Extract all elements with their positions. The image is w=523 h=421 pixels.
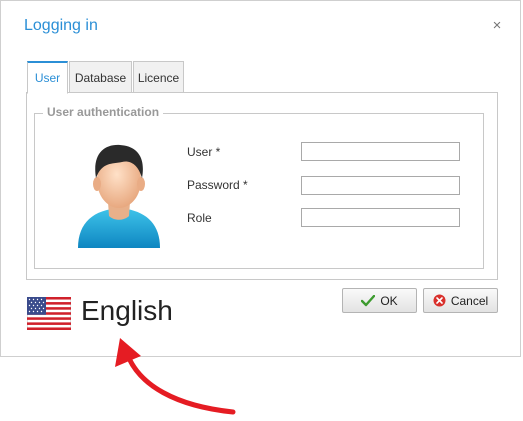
language-selector[interactable]: English (81, 295, 173, 327)
tab-user[interactable]: User (27, 61, 68, 94)
us-flag-icon[interactable] (27, 297, 71, 330)
tab-licence[interactable]: Licence (133, 61, 184, 93)
user-label: User * (187, 145, 221, 159)
password-label: Password * (187, 178, 248, 192)
cancel-button-label: Cancel (450, 293, 489, 308)
cancel-button[interactable]: Cancel (423, 288, 498, 313)
dialog-title: Logging in (24, 17, 98, 34)
ok-button[interactable]: OK (342, 288, 417, 313)
user-field[interactable] (301, 142, 460, 161)
tab-database[interactable]: Database (69, 61, 132, 93)
close-icon[interactable]: × (489, 18, 505, 34)
password-field[interactable] (301, 176, 460, 195)
cancel-icon (433, 294, 446, 307)
user-avatar-icon (78, 144, 160, 248)
role-label: Role (187, 211, 212, 225)
group-title: User authentication (43, 105, 164, 119)
checkmark-icon (361, 294, 376, 306)
role-field[interactable] (301, 208, 460, 227)
ok-button-label: OK (380, 293, 398, 308)
